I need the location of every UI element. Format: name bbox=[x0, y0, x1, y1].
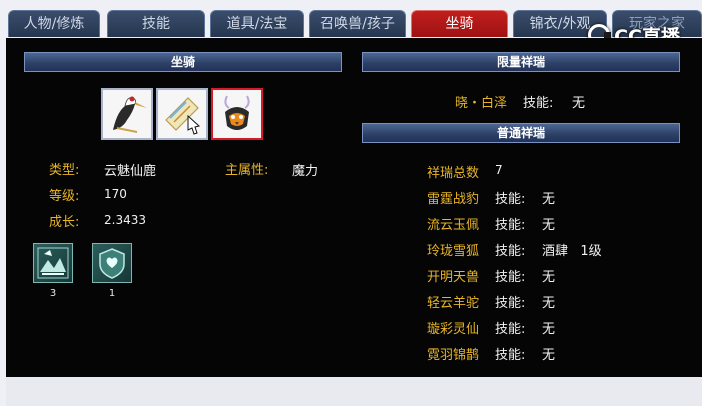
mount-slot-crane[interactable] bbox=[101, 88, 153, 140]
auspicious-item-skill: 无 bbox=[542, 270, 556, 285]
bottom-scroll-area[interactable] bbox=[6, 377, 702, 406]
mountain-skill-icon bbox=[37, 247, 69, 279]
skill-1-count: 3 bbox=[49, 288, 57, 299]
tab-skills[interactable]: 技能 bbox=[107, 10, 205, 37]
auspicious-item-skill-label: 技能: bbox=[495, 322, 526, 337]
level-value: 170 bbox=[104, 187, 127, 201]
auspicious-item-name: 玲珑雪狐 bbox=[427, 244, 480, 259]
limited-skill-label: 技能: bbox=[523, 96, 554, 111]
skill-2-count: 1 bbox=[108, 288, 116, 299]
growth-label: 成长: bbox=[49, 215, 80, 230]
fox-mount-icon bbox=[213, 90, 261, 138]
crane-mount-icon bbox=[103, 90, 151, 138]
type-label: 类型: bbox=[49, 163, 80, 178]
auspicious-item-skill: 酒肆 1级 bbox=[542, 244, 602, 259]
auspicious-item-skill-label: 技能: bbox=[495, 348, 526, 363]
tab-mounts[interactable]: 坐骑 bbox=[411, 10, 508, 37]
auspicious-item-skill: 无 bbox=[542, 296, 556, 311]
auspicious-item-name: 雷霆战豹 bbox=[427, 192, 480, 207]
normal-auspicious-header: 普通祥瑞 bbox=[362, 123, 680, 143]
auspicious-total-value: 7 bbox=[495, 163, 503, 177]
mount-slot-fox[interactable] bbox=[211, 88, 263, 140]
growth-value: 2.3433 bbox=[104, 213, 146, 227]
auspicious-total-label: 祥瑞总数 bbox=[427, 166, 480, 181]
auspicious-item-skill-label: 技能: bbox=[495, 270, 526, 285]
mount-skill-1[interactable] bbox=[33, 243, 73, 283]
auspicious-item-skill: 无 bbox=[542, 192, 556, 207]
mount-slot-scroll[interactable] bbox=[156, 88, 208, 140]
auspicious-item-skill: 无 bbox=[542, 322, 556, 337]
limited-skill-value: 无 bbox=[572, 96, 586, 111]
level-label: 等级: bbox=[49, 189, 80, 204]
scroll-mount-icon bbox=[158, 90, 206, 138]
auspicious-item-name: 开明天兽 bbox=[427, 270, 480, 285]
auspicious-item-skill-label: 技能: bbox=[495, 296, 526, 311]
mount-panel: 坐骑 类型: 云魅仙鹿 主属性: 魔力 等级: 170 成长: 2.3433 3… bbox=[6, 38, 702, 377]
auspicious-item-skill-label: 技能: bbox=[495, 244, 526, 259]
tab-items[interactable]: 道具/法宝 bbox=[210, 10, 304, 37]
main-attribute-value: 魔力 bbox=[292, 164, 319, 179]
auspicious-item-skill: 无 bbox=[542, 218, 556, 233]
tab-character[interactable]: 人物/修炼 bbox=[8, 10, 100, 37]
auspicious-item-name: 璇彩灵仙 bbox=[427, 322, 480, 337]
auspicious-item-name: 流云玉佩 bbox=[427, 218, 480, 233]
auspicious-item-skill: 无 bbox=[542, 348, 556, 363]
limited-auspicious-header: 限量祥瑞 bbox=[362, 52, 680, 72]
auspicious-item-skill-label: 技能: bbox=[495, 218, 526, 233]
type-value: 云魅仙鹿 bbox=[104, 164, 157, 179]
mount-header: 坐骑 bbox=[24, 52, 342, 72]
auspicious-item-name: 轻云羊驼 bbox=[427, 296, 480, 311]
main-attribute-label: 主属性: bbox=[225, 163, 269, 178]
heart-shield-skill-icon bbox=[99, 248, 125, 279]
auspicious-item-name: 霓羽锦鹊 bbox=[427, 348, 480, 363]
mount-skill-2[interactable] bbox=[92, 243, 132, 283]
limited-name: 晓・白泽 bbox=[455, 96, 508, 111]
tab-summons[interactable]: 召唤兽/孩子 bbox=[309, 10, 406, 37]
auspicious-item-skill-label: 技能: bbox=[495, 192, 526, 207]
